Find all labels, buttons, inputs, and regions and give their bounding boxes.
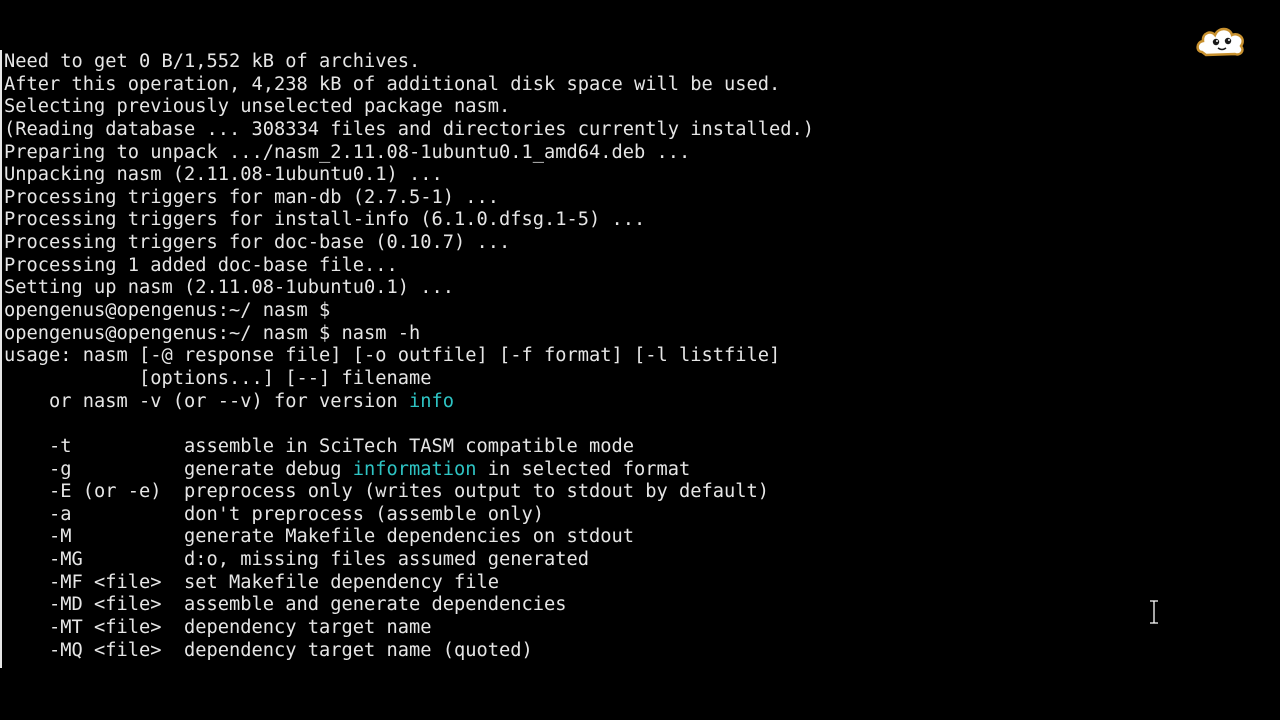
terminal-text: or nasm -v (or --v) for version (4, 390, 410, 412)
terminal-text: (Reading database ... 308334 files and d… (4, 118, 815, 140)
terminal-text: Processing triggers for doc-base (0.10.7… (4, 232, 511, 254)
terminal-line: [options...] [--] filename (4, 368, 814, 391)
terminal-output: Need to get 0 B/1,552 kB of archives. Aft… (4, 51, 814, 662)
highlighted-text: information (352, 458, 477, 480)
terminal-text: in selected format (476, 458, 691, 480)
terminal-line: -MQ <file> dependency target name (quote… (4, 640, 814, 663)
terminal-line: Unpacking nasm (2.11.08-1ubuntu0.1) ... (4, 164, 814, 187)
text-cursor-icon (1149, 599, 1159, 625)
terminal-line: Need to get 0 B/1,552 kB of archives. (4, 51, 814, 74)
terminal-text: Need to get 0 B/1,552 kB of archives. (4, 51, 421, 72)
terminal-line: -a don't preprocess (assemble only) (4, 504, 814, 527)
terminal-text: -g generate debug (4, 458, 353, 480)
terminal-line: After this operation, 4,238 kB of additi… (4, 74, 814, 97)
terminal-line: or nasm -v (or --v) for version info (4, 391, 814, 414)
terminal-text: -MF <file> set Makefile dependency file (4, 571, 500, 593)
terminal-line: -E (or -e) preprocess only (writes outpu… (4, 481, 814, 504)
terminal-line: -M generate Makefile dependencies on std… (4, 526, 814, 549)
terminal-text: Selecting previously unselected package … (4, 96, 511, 118)
terminal-line: -t assemble in SciTech TASM compatible m… (4, 436, 814, 459)
cloud-mascot-icon (1194, 22, 1248, 62)
terminal-line: usage: nasm [-@ response file] [-o outfi… (4, 345, 814, 368)
terminal-line: -g generate debug information in selecte… (4, 459, 814, 482)
terminal-line: (Reading database ... 308334 files and d… (4, 119, 814, 142)
terminal-line: Processing 1 added doc-base file... (4, 255, 814, 278)
terminal-text: opengenus@opengenus:~/ nasm $ (4, 300, 331, 322)
terminal-line: -MD <file> assemble and generate depende… (4, 594, 814, 617)
terminal-text: opengenus@opengenus:~/ nasm $ nasm -h (4, 322, 421, 344)
terminal-text: Processing triggers for install-info (6.… (4, 209, 646, 231)
terminal-window[interactable]: Need to get 0 B/1,552 kB of archives. Aft… (0, 50, 1280, 668)
terminal-text: -M generate Makefile dependencies on std… (4, 526, 635, 548)
terminal-line: Setting up nasm (2.11.08-1ubuntu0.1) ... (4, 277, 814, 300)
terminal-text: Processing triggers for man-db (2.7.5-1)… (4, 186, 500, 208)
terminal-text: -MT <file> dependency target name (4, 617, 432, 639)
terminal-text: After this operation, 4,238 kB of additi… (4, 73, 781, 95)
terminal-line: opengenus@opengenus:~/ nasm $ (4, 300, 814, 323)
terminal-line: Preparing to unpack .../nasm_2.11.08-1ub… (4, 142, 814, 165)
terminal-text: -a don't preprocess (assemble only) (4, 503, 545, 525)
terminal-text: -MD <file> assemble and generate depende… (4, 594, 567, 616)
terminal-line: Processing triggers for doc-base (0.10.7… (4, 232, 814, 255)
terminal-text: [options...] [--] filename (4, 367, 432, 389)
terminal-line: Processing triggers for install-info (6.… (4, 209, 814, 232)
terminal-text: Setting up nasm (2.11.08-1ubuntu0.1) ... (4, 277, 455, 299)
terminal-line: -MF <file> set Makefile dependency file (4, 572, 814, 595)
terminal-text: -MQ <file> dependency target name (quote… (4, 639, 533, 661)
terminal-line: -MT <file> dependency target name (4, 617, 814, 640)
terminal-text: Processing 1 added doc-base file... (4, 254, 398, 276)
terminal-line: Selecting previously unselected package … (4, 96, 814, 119)
terminal-text: usage: nasm [-@ response file] [-o outfi… (4, 345, 781, 367)
terminal-line: Processing triggers for man-db (2.7.5-1)… (4, 187, 814, 210)
terminal-text: -MG d:o, missing files assumed generated (4, 549, 590, 571)
terminal-text: -t assemble in SciTech TASM compatible m… (4, 435, 635, 457)
terminal-line: opengenus@opengenus:~/ nasm $ nasm -h (4, 323, 814, 346)
terminal-line: -MG d:o, missing files assumed generated (4, 549, 814, 572)
highlighted-text: info (409, 390, 455, 412)
terminal-text: Preparing to unpack .../nasm_2.11.08-1ub… (4, 141, 691, 163)
terminal-text: -E (or -e) preprocess only (writes outpu… (4, 481, 770, 503)
terminal-text: Unpacking nasm (2.11.08-1ubuntu0.1) ... (4, 164, 443, 186)
